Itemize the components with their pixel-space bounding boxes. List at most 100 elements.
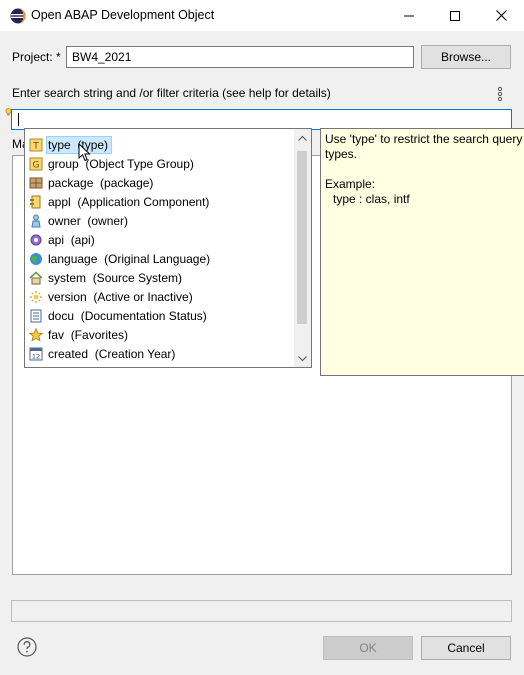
dropdown-item-description: (Original Language)	[104, 251, 211, 266]
close-button[interactable]	[478, 0, 524, 31]
dropdown-item-fav[interactable]: fav (Favorites)	[29, 325, 131, 344]
dropdown-item-description: (Object Type Group)	[85, 156, 194, 171]
api-gear-icon	[30, 234, 42, 245]
cancel-button-label: Cancel	[447, 641, 485, 655]
title-bar: Open ABAP Development Object	[0, 0, 524, 31]
dropdown-item-text: api (api)	[47, 232, 98, 248]
dropdown-item-system[interactable]: system (Source System)	[29, 268, 185, 287]
dropdown-item-text: fav (Favorites)	[47, 327, 131, 343]
dropdown-item-appl[interactable]: appl (Application Component)	[29, 192, 212, 211]
project-value: BW4_2021	[72, 50, 132, 64]
dropdown-item-text: group (Object Type Group)	[47, 156, 197, 172]
dropdown-item-label: system	[48, 270, 87, 285]
dropdown-item-api[interactable]: api (api)	[29, 230, 98, 249]
svg-text:G: G	[33, 160, 40, 170]
content-assist-popup[interactable]: Ttype (type) Ggroup (Object Type Group) pa…	[24, 128, 312, 368]
scrollbar-thumb[interactable]	[297, 151, 307, 324]
dropdown-item-text: language (Original Language)	[47, 251, 213, 267]
dropdown-item-description: (package)	[100, 175, 154, 190]
tooltip-example-value: type : clas, intf	[333, 192, 410, 206]
dropdown-item-owner[interactable]: owner (owner)	[29, 211, 131, 230]
dropdown-item-language[interactable]: language (Original Language)	[29, 249, 213, 268]
browse-button-label: Browse...	[440, 50, 491, 64]
dropdown-item-description: (Favorites)	[70, 327, 129, 342]
tooltip-example-label: Example:	[325, 177, 376, 191]
dropdown-item-label: appl	[48, 194, 71, 209]
minimize-button[interactable]	[386, 0, 432, 31]
dropdown-item-label: package	[48, 175, 94, 190]
cancel-button[interactable]: Cancel	[421, 636, 511, 660]
dropdown-item-created[interactable]: 12 created (Creation Year)	[29, 344, 178, 363]
minimize-icon	[404, 15, 414, 16]
version-icon	[30, 290, 42, 303]
help-icon[interactable]	[17, 637, 37, 657]
status-bar	[11, 600, 512, 622]
ok-button-label: OK	[359, 641, 377, 655]
close-icon	[495, 10, 507, 21]
dropdown-item-version[interactable]: version (Active or Inactive)	[29, 287, 196, 306]
dropdown-item-label: docu	[48, 308, 75, 323]
more-options-icon[interactable]	[497, 86, 503, 102]
scroll-up-icon[interactable]	[298, 135, 307, 141]
svg-text:T: T	[32, 141, 39, 151]
star-icon	[29, 327, 43, 342]
eclipse-icon	[10, 8, 26, 24]
dropdown-item-description: (Source System)	[92, 270, 183, 285]
dropdown-item-package[interactable]: package (package)	[29, 173, 156, 192]
dropdown-item-spacer	[74, 309, 81, 323]
dropdown-item-text: owner (owner)	[47, 213, 131, 229]
dropdown-item-text: system (Source System)	[47, 270, 185, 286]
dropdown-item-text: docu (Documentation Status)	[47, 308, 210, 324]
dropdown-item-text: created (Creation Year)	[47, 346, 178, 362]
dropdown-item-description: (Creation Year)	[94, 346, 176, 361]
window-title: Open ABAP Development Object	[31, 8, 215, 22]
dropdown-item-label: group	[48, 156, 79, 171]
dropdown-item-spacer	[64, 328, 71, 342]
application-component-icon	[30, 195, 41, 208]
dropdown-item-label: fav	[48, 327, 65, 342]
globe-icon	[30, 252, 42, 265]
browse-button[interactable]: Browse...	[421, 45, 511, 69]
dropdown-item-label: language	[48, 251, 98, 266]
dropdown-item-text: package (package)	[47, 175, 156, 191]
project-field[interactable]: BW4_2021	[66, 46, 414, 68]
dropdown-item-description: (Active or Inactive)	[93, 289, 193, 304]
scroll-down-icon[interactable]	[298, 356, 307, 362]
dropdown-item-text: appl (Application Component)	[47, 194, 212, 210]
house-icon	[29, 271, 43, 284]
text-cursor	[18, 113, 19, 126]
dropdown-item-description: (Documentation Status)	[80, 308, 207, 323]
tooltip-line-1: Use 'type' to restrict the search query …	[325, 132, 524, 146]
dropdown-item-label: owner	[48, 213, 81, 228]
dropdown-item-description: (api)	[70, 232, 95, 247]
project-label: Project: *	[12, 50, 61, 64]
dropdown-item-type[interactable]: Ttype (type)	[29, 135, 113, 154]
dropdown-item-label: created	[48, 346, 89, 361]
calendar-icon: 12	[29, 347, 43, 360]
tooltip-line-2: types.	[325, 147, 358, 161]
dropdown-item-label: api	[48, 232, 65, 247]
mouse-pointer-icon	[78, 143, 91, 162]
dropdown-item-text: version (Active or Inactive)	[47, 289, 196, 305]
dropdown-item-label: version	[48, 289, 87, 304]
dropdown-item-group[interactable]: Ggroup (Object Type Group)	[29, 154, 197, 173]
dropdown-item-spacer	[88, 347, 95, 361]
search-label: Enter search string and /or filter crite…	[12, 86, 331, 100]
help-tooltip: Use 'type' to restrict the search query …	[320, 128, 524, 376]
svg-text:12: 12	[32, 352, 40, 360]
dropdown-item-docu[interactable]: docu (Documentation Status)	[29, 306, 210, 325]
maximize-icon	[450, 10, 460, 21]
dropdown-item-spacer	[86, 271, 93, 285]
package-icon	[29, 177, 43, 188]
document-icon	[30, 309, 42, 322]
dropdown-item-spacer	[64, 233, 71, 247]
maximize-button[interactable]	[432, 0, 478, 31]
ok-button[interactable]: OK	[323, 636, 413, 660]
search-input[interactable]	[11, 109, 512, 130]
dropdown-item-description: (owner)	[87, 213, 129, 228]
type-icon: T	[29, 138, 43, 151]
tooltip-spacer	[325, 162, 524, 177]
dropdown-scrollbar[interactable]	[294, 129, 311, 367]
owner-icon	[31, 214, 41, 227]
dropdown-item-label: type	[48, 137, 71, 152]
